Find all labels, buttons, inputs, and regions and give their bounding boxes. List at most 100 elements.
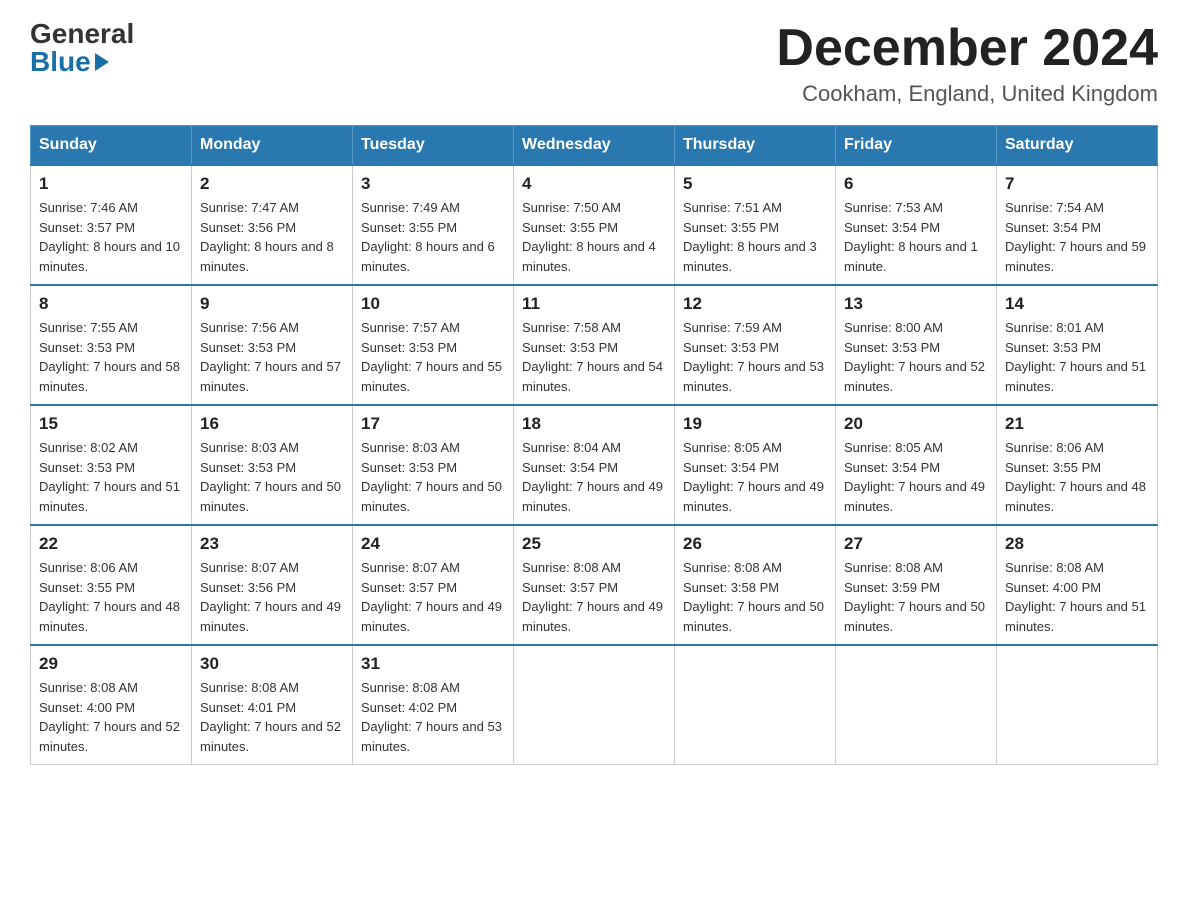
daylight-label: Daylight: 7 hours and 49 minutes. <box>200 599 341 634</box>
day-info: Sunrise: 8:00 AM Sunset: 3:53 PM Dayligh… <box>844 318 988 396</box>
sunrise-label: Sunrise: 8:06 AM <box>39 560 138 575</box>
day-info: Sunrise: 8:08 AM Sunset: 3:58 PM Dayligh… <box>683 558 827 636</box>
daylight-label: Daylight: 7 hours and 51 minutes. <box>1005 359 1146 394</box>
calendar-week-row: 1 Sunrise: 7:46 AM Sunset: 3:57 PM Dayli… <box>31 165 1158 285</box>
sunrise-label: Sunrise: 7:57 AM <box>361 320 460 335</box>
sunrise-label: Sunrise: 8:08 AM <box>1005 560 1104 575</box>
day-number: 26 <box>683 534 827 554</box>
logo-triangle-icon <box>95 53 109 71</box>
daylight-label: Daylight: 7 hours and 52 minutes. <box>200 719 341 754</box>
day-number: 30 <box>200 654 344 674</box>
day-info: Sunrise: 7:56 AM Sunset: 3:53 PM Dayligh… <box>200 318 344 396</box>
day-info: Sunrise: 8:08 AM Sunset: 4:02 PM Dayligh… <box>361 678 505 756</box>
sunset-label: Sunset: 3:58 PM <box>683 580 779 595</box>
daylight-label: Daylight: 7 hours and 49 minutes. <box>844 479 985 514</box>
sunset-label: Sunset: 3:53 PM <box>522 340 618 355</box>
sunset-label: Sunset: 3:57 PM <box>361 580 457 595</box>
sunrise-label: Sunrise: 7:46 AM <box>39 200 138 215</box>
calendar-week-row: 15 Sunrise: 8:02 AM Sunset: 3:53 PM Dayl… <box>31 405 1158 525</box>
sunrise-label: Sunrise: 8:08 AM <box>361 680 460 695</box>
day-number: 28 <box>1005 534 1149 554</box>
day-info: Sunrise: 8:04 AM Sunset: 3:54 PM Dayligh… <box>522 438 666 516</box>
daylight-label: Daylight: 7 hours and 50 minutes. <box>361 479 502 514</box>
sunset-label: Sunset: 4:00 PM <box>39 700 135 715</box>
daylight-label: Daylight: 7 hours and 49 minutes. <box>361 599 502 634</box>
daylight-label: Daylight: 7 hours and 53 minutes. <box>361 719 502 754</box>
sunset-label: Sunset: 4:01 PM <box>200 700 296 715</box>
sunset-label: Sunset: 3:56 PM <box>200 580 296 595</box>
daylight-label: Daylight: 7 hours and 48 minutes. <box>1005 479 1146 514</box>
logo: General Blue <box>30 20 134 76</box>
day-number: 23 <box>200 534 344 554</box>
daylight-label: Daylight: 7 hours and 50 minutes. <box>683 599 824 634</box>
daylight-label: Daylight: 7 hours and 58 minutes. <box>39 359 180 394</box>
sunrise-label: Sunrise: 7:53 AM <box>844 200 943 215</box>
calendar-cell: 28 Sunrise: 8:08 AM Sunset: 4:00 PM Dayl… <box>997 525 1158 645</box>
day-info: Sunrise: 8:08 AM Sunset: 4:00 PM Dayligh… <box>1005 558 1149 636</box>
sunset-label: Sunset: 3:53 PM <box>1005 340 1101 355</box>
page-header: General Blue December 2024 Cookham, Engl… <box>30 20 1158 107</box>
daylight-label: Daylight: 7 hours and 54 minutes. <box>522 359 663 394</box>
calendar-cell: 11 Sunrise: 7:58 AM Sunset: 3:53 PM Dayl… <box>514 285 675 405</box>
day-number: 19 <box>683 414 827 434</box>
day-number: 29 <box>39 654 183 674</box>
day-info: Sunrise: 8:08 AM Sunset: 3:57 PM Dayligh… <box>522 558 666 636</box>
day-info: Sunrise: 8:06 AM Sunset: 3:55 PM Dayligh… <box>39 558 183 636</box>
calendar-day-header: Thursday <box>675 126 836 166</box>
sunrise-label: Sunrise: 8:08 AM <box>683 560 782 575</box>
sunrise-label: Sunrise: 8:07 AM <box>200 560 299 575</box>
sunrise-label: Sunrise: 8:03 AM <box>200 440 299 455</box>
calendar-week-row: 29 Sunrise: 8:08 AM Sunset: 4:00 PM Dayl… <box>31 645 1158 765</box>
sunrise-label: Sunrise: 8:08 AM <box>844 560 943 575</box>
calendar-cell: 12 Sunrise: 7:59 AM Sunset: 3:53 PM Dayl… <box>675 285 836 405</box>
sunset-label: Sunset: 3:59 PM <box>844 580 940 595</box>
calendar-cell: 14 Sunrise: 8:01 AM Sunset: 3:53 PM Dayl… <box>997 285 1158 405</box>
day-info: Sunrise: 8:07 AM Sunset: 3:56 PM Dayligh… <box>200 558 344 636</box>
calendar-body: 1 Sunrise: 7:46 AM Sunset: 3:57 PM Dayli… <box>31 165 1158 765</box>
sunset-label: Sunset: 3:57 PM <box>39 220 135 235</box>
sunrise-label: Sunrise: 8:05 AM <box>683 440 782 455</box>
calendar-table: SundayMondayTuesdayWednesdayThursdayFrid… <box>30 125 1158 765</box>
sunset-label: Sunset: 3:54 PM <box>522 460 618 475</box>
day-info: Sunrise: 7:58 AM Sunset: 3:53 PM Dayligh… <box>522 318 666 396</box>
day-number: 31 <box>361 654 505 674</box>
sunrise-label: Sunrise: 7:51 AM <box>683 200 782 215</box>
calendar-header: SundayMondayTuesdayWednesdayThursdayFrid… <box>31 126 1158 166</box>
calendar-cell: 26 Sunrise: 8:08 AM Sunset: 3:58 PM Dayl… <box>675 525 836 645</box>
calendar-day-header: Friday <box>836 126 997 166</box>
calendar-cell: 29 Sunrise: 8:08 AM Sunset: 4:00 PM Dayl… <box>31 645 192 765</box>
sunset-label: Sunset: 3:54 PM <box>844 220 940 235</box>
calendar-cell: 25 Sunrise: 8:08 AM Sunset: 3:57 PM Dayl… <box>514 525 675 645</box>
day-number: 15 <box>39 414 183 434</box>
calendar-cell: 4 Sunrise: 7:50 AM Sunset: 3:55 PM Dayli… <box>514 165 675 285</box>
day-number: 17 <box>361 414 505 434</box>
daylight-label: Daylight: 7 hours and 52 minutes. <box>39 719 180 754</box>
day-number: 12 <box>683 294 827 314</box>
sunrise-label: Sunrise: 8:04 AM <box>522 440 621 455</box>
sunrise-label: Sunrise: 7:49 AM <box>361 200 460 215</box>
day-number: 1 <box>39 174 183 194</box>
day-number: 11 <box>522 294 666 314</box>
calendar-cell <box>997 645 1158 765</box>
calendar-cell: 24 Sunrise: 8:07 AM Sunset: 3:57 PM Dayl… <box>353 525 514 645</box>
sunset-label: Sunset: 4:00 PM <box>1005 580 1101 595</box>
calendar-cell: 5 Sunrise: 7:51 AM Sunset: 3:55 PM Dayli… <box>675 165 836 285</box>
calendar-cell: 27 Sunrise: 8:08 AM Sunset: 3:59 PM Dayl… <box>836 525 997 645</box>
calendar-cell: 31 Sunrise: 8:08 AM Sunset: 4:02 PM Dayl… <box>353 645 514 765</box>
day-info: Sunrise: 7:55 AM Sunset: 3:53 PM Dayligh… <box>39 318 183 396</box>
day-number: 24 <box>361 534 505 554</box>
sunset-label: Sunset: 3:55 PM <box>361 220 457 235</box>
calendar-cell: 1 Sunrise: 7:46 AM Sunset: 3:57 PM Dayli… <box>31 165 192 285</box>
daylight-label: Daylight: 7 hours and 49 minutes. <box>522 479 663 514</box>
day-number: 22 <box>39 534 183 554</box>
calendar-cell: 16 Sunrise: 8:03 AM Sunset: 3:53 PM Dayl… <box>192 405 353 525</box>
daylight-label: Daylight: 7 hours and 53 minutes. <box>683 359 824 394</box>
calendar-header-row: SundayMondayTuesdayWednesdayThursdayFrid… <box>31 126 1158 166</box>
day-info: Sunrise: 7:49 AM Sunset: 3:55 PM Dayligh… <box>361 198 505 276</box>
sunset-label: Sunset: 3:53 PM <box>200 460 296 475</box>
daylight-label: Daylight: 8 hours and 10 minutes. <box>39 239 180 274</box>
daylight-label: Daylight: 7 hours and 50 minutes. <box>200 479 341 514</box>
day-info: Sunrise: 8:03 AM Sunset: 3:53 PM Dayligh… <box>200 438 344 516</box>
calendar-cell <box>675 645 836 765</box>
day-info: Sunrise: 8:02 AM Sunset: 3:53 PM Dayligh… <box>39 438 183 516</box>
